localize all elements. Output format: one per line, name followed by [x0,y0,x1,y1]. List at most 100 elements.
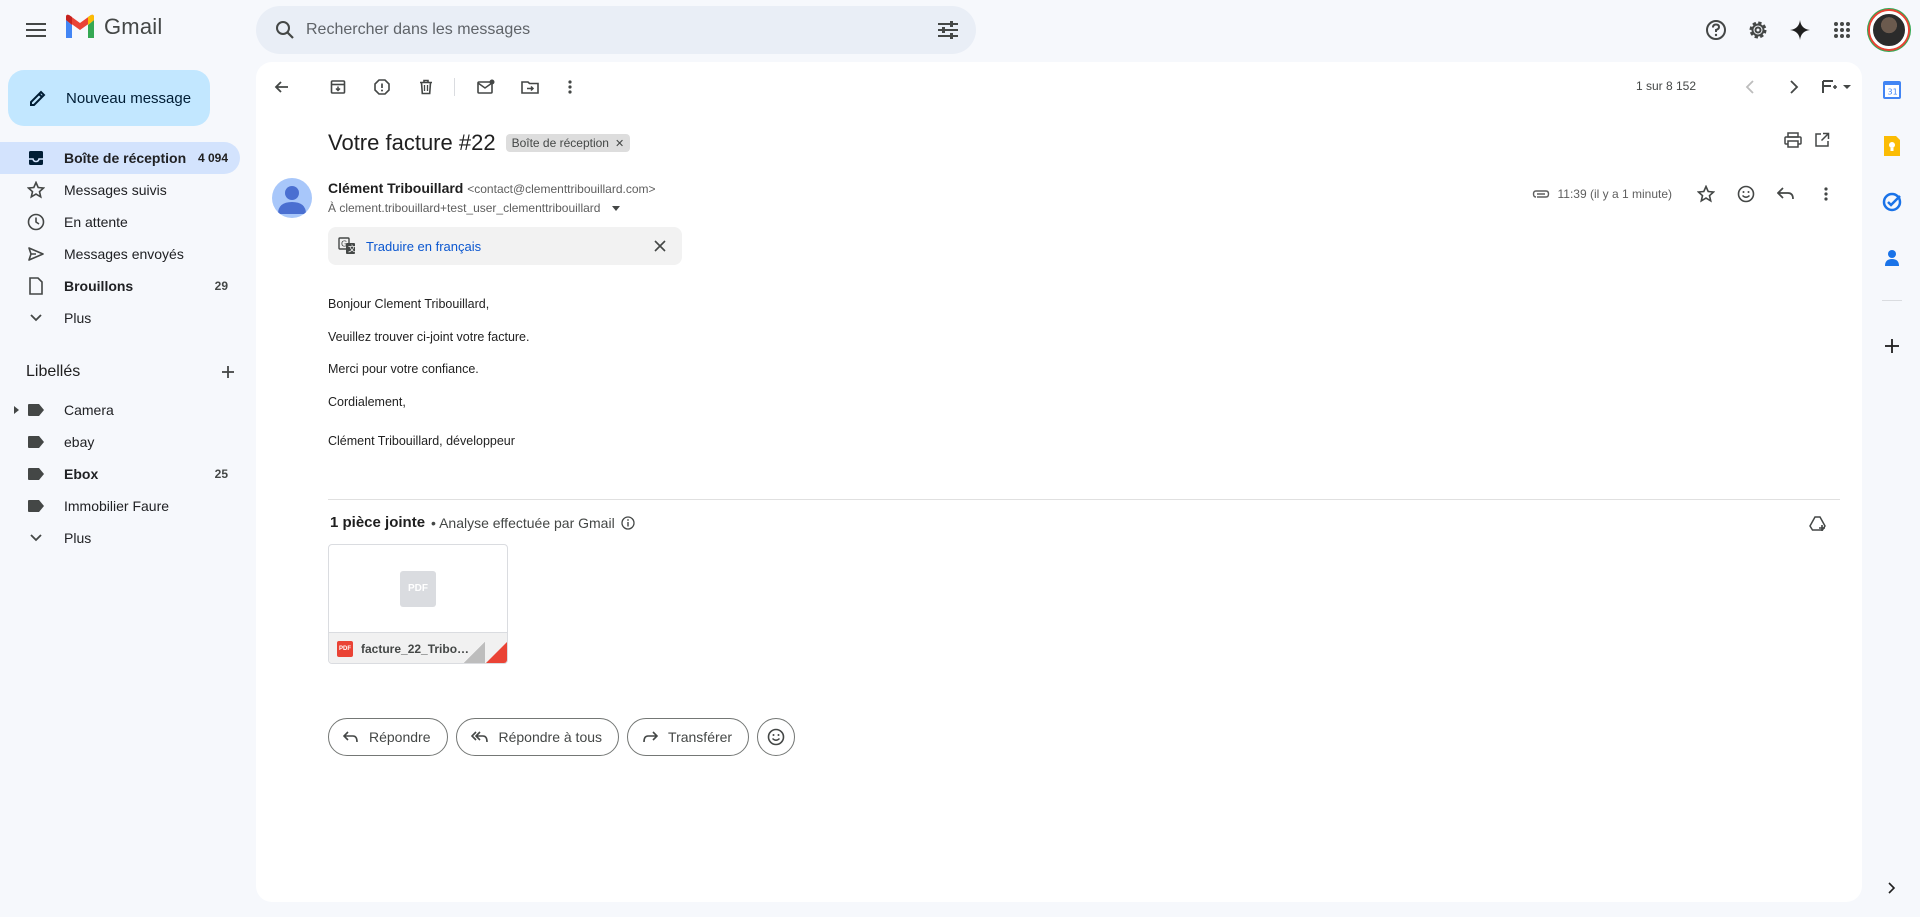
pencil-icon [30,90,46,106]
forward-label: Transférer [668,729,733,745]
label-item-ebay[interactable]: ebay [0,426,240,458]
help-icon[interactable] [1696,10,1736,50]
attachment-footer: PDF facture_22_Tribouillard.pdf [329,633,507,663]
message-more-icon[interactable] [1806,174,1846,214]
chevron-down-icon [26,308,46,328]
label-item-immobilier-faure[interactable]: Immobilier Faure [0,490,240,522]
recipient-line: À clement.tribouillard+test_user_clement… [328,201,621,215]
move-to-folder-icon[interactable] [514,71,546,103]
sidebar-item-sent[interactable]: Messages envoyés [0,238,240,270]
input-tools-icon[interactable] [1816,71,1856,103]
sidebar-item-label: En attente [64,214,128,230]
print-icon[interactable] [1784,132,1802,148]
message-time: 11:39 (il y a 1 minute) [1557,187,1673,201]
tasks-icon[interactable] [1880,190,1904,214]
collapse-panel-chevron-icon[interactable] [1880,876,1904,900]
recipient-text: À clement.tribouillard+test_user_clement… [328,201,601,215]
labels-list: Camera ebay Ebox 25 Immobilier Faure Plu… [0,394,240,554]
sidebar-item-inbox[interactable]: Boîte de réception 4 094 [0,142,240,174]
report-spam-icon[interactable] [366,71,398,103]
main-menu-button[interactable] [20,14,52,46]
label-item-camera[interactable]: Camera [0,394,240,426]
sidebar-item-label: Messages envoyés [64,246,184,262]
translate-link[interactable]: Traduire en français [366,239,644,254]
labels-more[interactable]: Plus [0,522,240,554]
forward-button[interactable]: Transférer [627,718,750,756]
open-new-window-icon[interactable] [1814,132,1830,148]
body-signature: Clément Tribouillard, développeur [328,434,515,448]
gemini-sparkle-icon[interactable] [1780,10,1820,50]
label-name: Immobilier Faure [64,498,170,514]
label-item-ebox[interactable]: Ebox 25 [0,458,240,490]
body-line: Veuillez trouver ci-joint votre facture. [328,330,530,344]
label-tag-icon [26,464,46,484]
attachment-filename: facture_22_Tribouillard.pdf [361,641,473,656]
label-tag-icon [26,432,46,452]
sidebar-item-starred[interactable]: Messages suivis [0,174,240,206]
reply-icon [343,731,358,743]
search-icon[interactable] [270,15,300,45]
label-tag-icon [26,400,46,420]
body-line: Bonjour Clement Tribouillard, [328,297,490,311]
newer-chevron-right-icon[interactable] [1778,71,1810,103]
attachment-paperclip-icon [1532,189,1550,199]
sidebar-item-more[interactable]: Plus [0,302,240,334]
body-line: Cordialement, [328,395,406,409]
emoji-react-icon[interactable] [1726,174,1766,214]
remove-label-icon[interactable]: ✕ [615,137,624,150]
contacts-icon[interactable] [1880,246,1904,270]
drafts-count: 29 [214,279,228,293]
reply-all-label: Répondre à tous [498,729,603,745]
translate-bar: G文 Traduire en français [328,227,682,265]
apps-grid-icon[interactable] [1822,10,1862,50]
label-name: Ebox [64,466,99,482]
attachment-preview: PDF [329,545,507,633]
body-line: Merci pour votre confiance. [328,362,479,376]
sidebar-item-drafts[interactable]: Brouillons 29 [0,270,240,302]
sidebar-item-label: Plus [64,310,92,326]
expand-caret-icon[interactable] [14,406,19,414]
emoji-reaction-button[interactable] [757,718,796,756]
attachment-card[interactable]: PDF PDF facture_22_Tribouillard.pdf [328,544,508,664]
search-options-icon[interactable] [934,16,962,44]
translate-icon: G文 [338,237,356,255]
hamburger-icon [26,23,46,37]
pdf-file-icon: PDF [337,640,353,657]
keep-icon[interactable] [1880,134,1904,158]
side-panel-divider [1882,300,1902,301]
email-subject: Votre facture #22 [328,130,496,155]
reply-all-button[interactable]: Répondre à tous [455,718,620,756]
calendar-icon[interactable]: 31 [1880,78,1904,102]
reply-button[interactable]: Répondre [328,718,448,756]
close-icon[interactable] [644,230,676,262]
search-bar [256,6,976,54]
sender-name[interactable]: Clément Tribouillard [328,180,463,196]
add-addon-icon[interactable] [1880,334,1904,358]
sidebar-item-snoozed[interactable]: En attente [0,206,240,238]
star-toggle-icon[interactable] [1686,174,1726,214]
inbox-label-chip[interactable]: Boîte de réception ✕ [505,134,631,152]
reply-icon[interactable] [1766,174,1806,214]
more-vertical-icon[interactable] [554,71,586,103]
sidebar-item-label: Brouillons [64,278,134,294]
show-details-caret-icon[interactable] [612,205,621,211]
send-icon [26,244,46,264]
back-arrow-icon[interactable] [266,71,298,103]
older-chevron-left-icon[interactable] [1734,71,1766,103]
settings-gear-icon[interactable] [1738,10,1778,50]
gmail-logo[interactable]: Gmail [64,14,162,40]
label-name: ebay [64,434,95,450]
compose-button[interactable]: Nouveau message [8,70,210,126]
archive-icon[interactable] [322,71,354,103]
draft-icon [26,276,46,296]
delete-trash-icon[interactable] [410,71,442,103]
add-to-drive-icon[interactable] [1806,512,1830,536]
add-label-icon[interactable] [220,364,236,380]
mark-unread-icon[interactable] [470,71,502,103]
compose-label: Nouveau message [66,89,192,107]
account-avatar[interactable] [1870,11,1908,49]
labels-title: Libellés [26,363,81,380]
search-input[interactable] [306,21,906,39]
info-icon[interactable] [621,515,635,530]
sender-avatar[interactable] [272,178,312,218]
